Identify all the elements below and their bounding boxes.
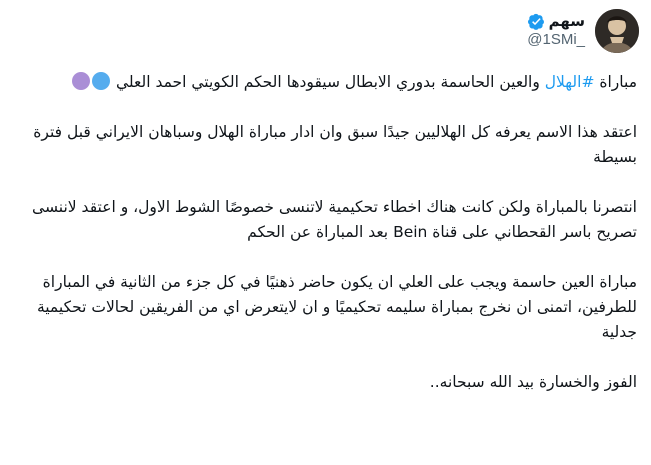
verified-badge-icon — [527, 13, 544, 30]
author-handle[interactable]: @1SMi_ — [527, 31, 585, 50]
tweet-card: سهم @1SMi_ مباراة #الهلال والعين الحاسمة… — [0, 0, 651, 465]
text-segment: مباراة — [594, 73, 637, 91]
purple-circle-emoji-icon — [72, 72, 91, 90]
hashtag-link[interactable]: #الهلال — [545, 73, 595, 91]
tweet-paragraph-3: انتصرنا بالمباراة ولكن كانت هناك اخطاء ت… — [32, 198, 637, 241]
tweet-paragraph-2: اعتقد هذا الاسم يعرفه كل الهلاليين جيدًا… — [33, 123, 637, 166]
tweet-paragraph-1: مباراة #الهلال والعين الحاسمة بدوري الاب… — [12, 70, 637, 95]
avatar[interactable] — [595, 9, 639, 53]
author-name-row: سهم — [527, 12, 585, 31]
profile-photo-icon — [595, 9, 639, 53]
tweet-paragraph-5: الفوز والخسارة بيد الله سبحانه.. — [429, 373, 637, 391]
tweet-text: مباراة #الهلال والعين الحاسمة بدوري الاب… — [12, 70, 637, 395]
author-display-name[interactable]: سهم — [549, 12, 585, 31]
author-info: سهم @1SMi_ — [527, 12, 585, 50]
tweet-header: سهم @1SMi_ — [527, 6, 639, 56]
text-segment: والعين الحاسمة بدوري الابطال سيقودها الح… — [115, 73, 545, 91]
tweet-paragraph-4: مباراة العين حاسمة ويجب على العلي ان يكو… — [36, 273, 637, 341]
blue-circle-emoji-icon — [92, 72, 111, 90]
